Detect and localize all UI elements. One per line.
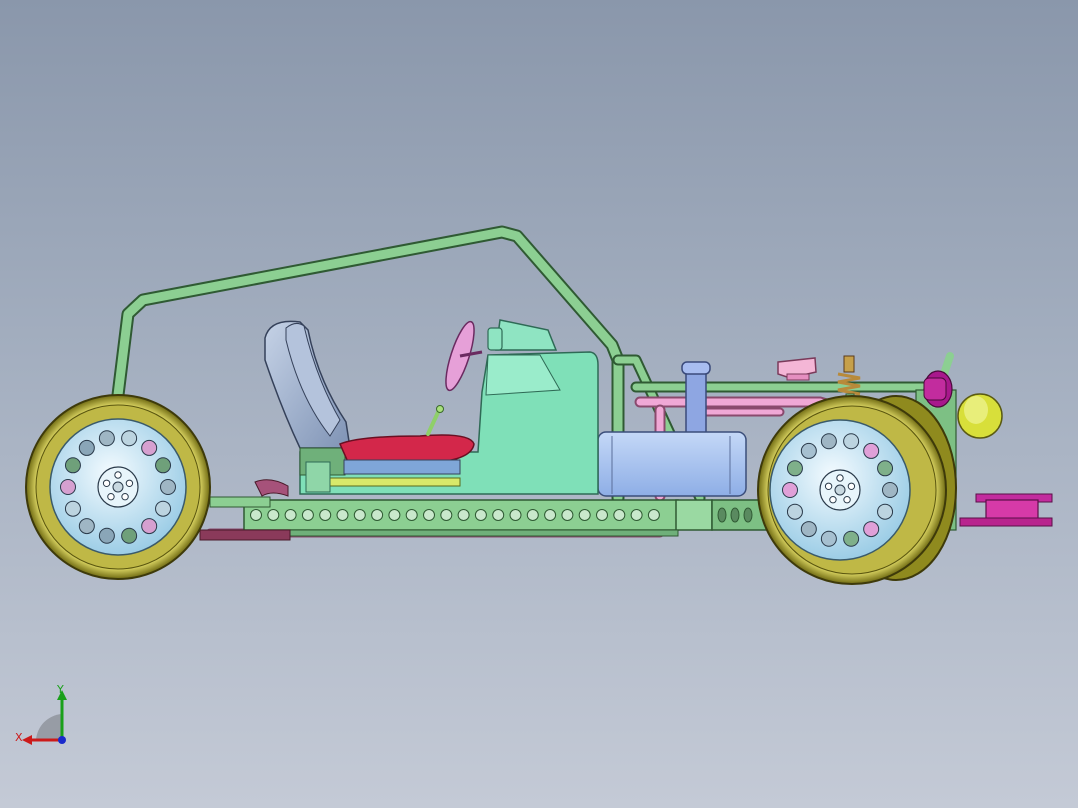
rim-hole — [843, 530, 860, 547]
buggy-model[interactable] — [0, 0, 1078, 808]
rim-hole — [877, 460, 894, 477]
rim-hole — [141, 518, 158, 535]
rim-hole — [786, 503, 803, 520]
rear-wheel[interactable] — [25, 394, 211, 580]
rail-hole — [250, 509, 262, 521]
lug-nut — [836, 474, 844, 482]
rail-hole — [284, 509, 297, 521]
lug-nut — [847, 482, 856, 490]
rail-hole — [440, 509, 453, 521]
lug-nut — [125, 479, 134, 487]
rail-hole — [526, 509, 539, 521]
lug-nut — [121, 493, 129, 501]
lug-nut — [824, 482, 833, 490]
rim-hole — [64, 500, 81, 517]
fuel-tank[interactable] — [597, 431, 747, 497]
rim-hole — [121, 527, 138, 544]
rim-hole — [78, 439, 95, 456]
magenta-canister[interactable] — [923, 370, 953, 408]
rim-hole — [141, 439, 158, 456]
front-hub — [819, 469, 861, 511]
rim-hole — [60, 479, 76, 495]
rim-hole — [800, 442, 817, 459]
lug-nut — [107, 493, 115, 501]
rail-hole — [336, 509, 349, 521]
rim-hole — [98, 527, 115, 544]
rail-hole — [509, 509, 522, 521]
rim-hole — [882, 482, 898, 498]
rail-hole — [405, 509, 418, 521]
seat-cushion[interactable] — [338, 434, 475, 475]
rim-hole — [155, 457, 172, 474]
rail-hole — [492, 509, 505, 521]
rim-hole — [782, 482, 798, 498]
rail-hole — [301, 509, 314, 521]
rail-hole — [388, 509, 401, 521]
gear-shifter[interactable] — [426, 405, 444, 436]
rim-hole — [800, 521, 817, 538]
rail-hole — [353, 509, 366, 521]
seat[interactable] — [264, 320, 351, 476]
rail-hole — [630, 509, 643, 521]
rim-hole — [155, 500, 172, 517]
front-wheel[interactable] — [757, 395, 957, 585]
rail-hole — [578, 509, 591, 521]
rim-hole — [820, 433, 837, 450]
rim-hole — [78, 518, 95, 535]
rim-hole — [863, 521, 880, 538]
rim-hole — [64, 457, 81, 474]
coordinate-triad: Y X — [12, 684, 82, 754]
rail-hole — [647, 509, 660, 521]
rail-hole — [423, 509, 435, 521]
rim-hole — [877, 503, 894, 520]
rail-hole — [474, 509, 487, 521]
z-axis-dot — [58, 736, 66, 744]
rim-hole — [863, 442, 880, 459]
triad-plane — [36, 714, 62, 740]
rail-hole — [544, 509, 557, 521]
tow-hitch[interactable] — [959, 493, 1053, 527]
rail-hole — [371, 509, 384, 521]
headlight[interactable] — [957, 393, 1003, 439]
rim-hole — [98, 430, 115, 447]
rail-slot — [717, 507, 727, 523]
rail-hole — [561, 509, 574, 521]
rail-hole — [319, 509, 332, 521]
lug-nut — [843, 496, 851, 504]
lug-nut — [102, 479, 111, 487]
lug-nut — [829, 496, 837, 504]
rim-hole — [121, 430, 138, 447]
rim-hole — [843, 433, 860, 450]
rim-hole — [160, 479, 176, 495]
rail-slot — [730, 507, 740, 523]
rim-hole — [820, 530, 837, 547]
cad-viewport[interactable]: Y X — [0, 0, 1078, 808]
steering-wheel[interactable] — [440, 319, 483, 393]
intake-pipe[interactable] — [681, 361, 711, 439]
rail-hole — [596, 509, 608, 521]
y-axis-label: Y — [57, 683, 64, 696]
rail-slot — [743, 507, 753, 523]
rim-hole — [786, 460, 803, 477]
mount-bracket[interactable] — [777, 357, 817, 381]
rail-hole — [267, 509, 280, 521]
chassis-frame-rail[interactable] — [209, 496, 771, 537]
x-axis-label: X — [15, 731, 23, 744]
rail-hole — [613, 509, 626, 521]
rail-hole — [457, 509, 470, 521]
lug-nut — [114, 471, 122, 479]
rear-hub — [97, 466, 139, 508]
